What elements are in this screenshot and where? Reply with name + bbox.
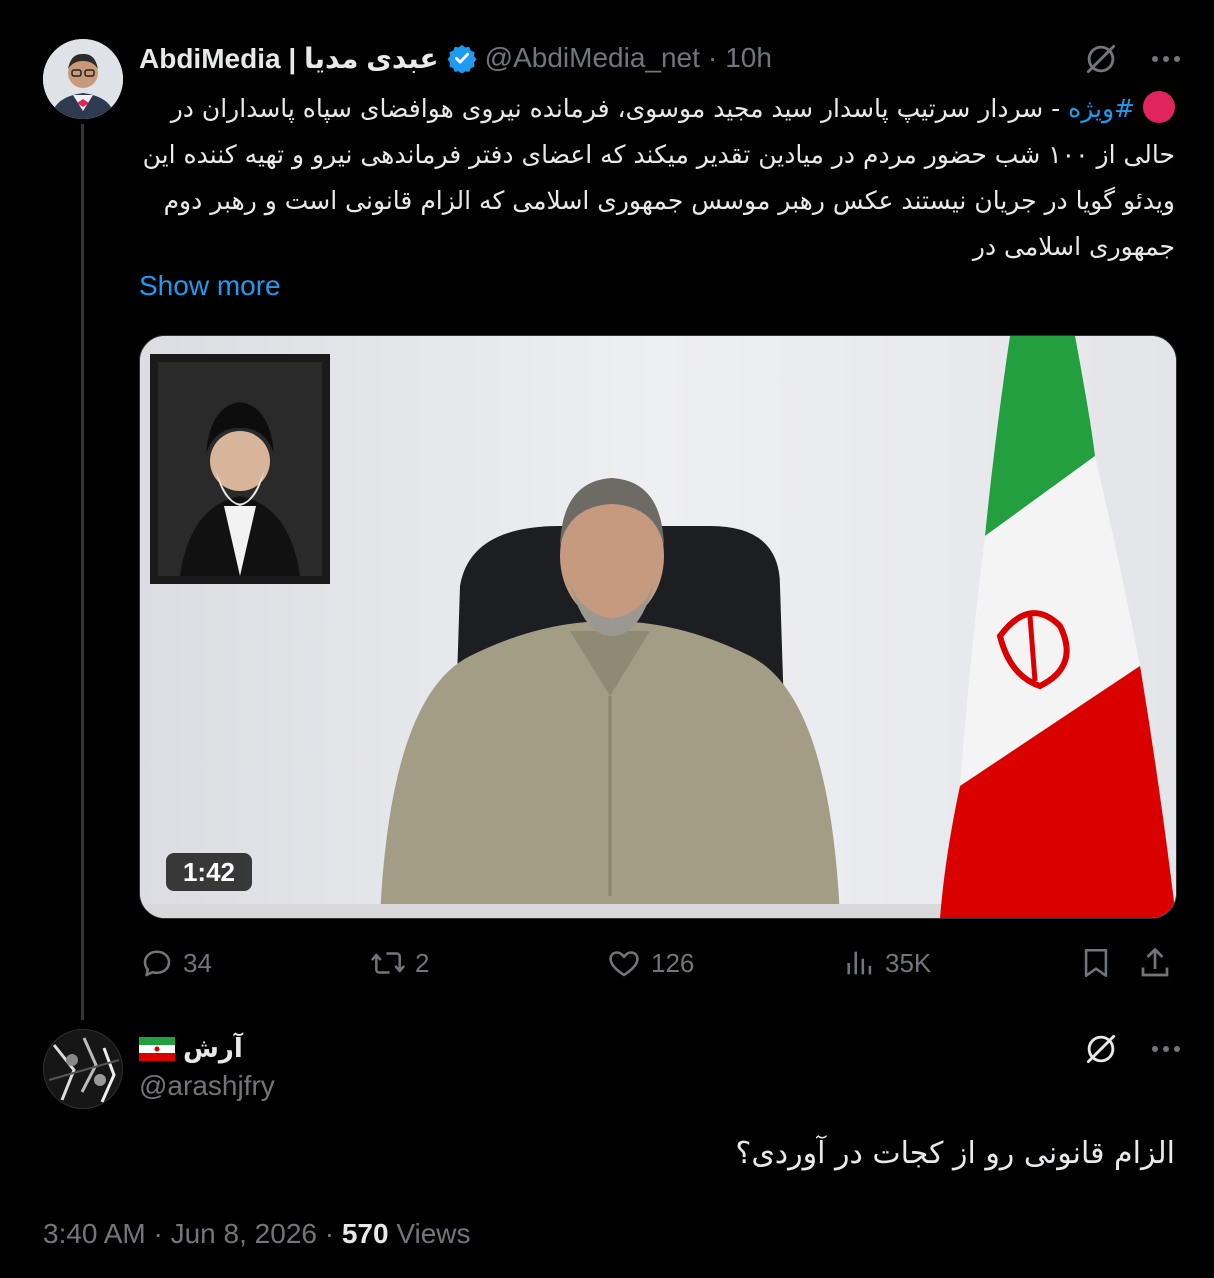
tweet-actions: 34 2 126 35K	[139, 940, 1175, 986]
reply-author-name[interactable]: آرش	[183, 1034, 243, 1064]
views-icon	[843, 945, 885, 981]
like-count: 126	[651, 947, 695, 978]
share-button[interactable]	[1137, 940, 1181, 986]
more-icon[interactable]	[1150, 1044, 1182, 1054]
separator-dot: ·	[707, 42, 718, 73]
video-duration: 1:42	[166, 853, 252, 891]
bookmark-icon	[1079, 945, 1121, 981]
thread-line	[81, 124, 84, 1020]
like-button[interactable]: 126	[605, 940, 694, 986]
tweet-body: - سردار سرتیپ پاسدار سید مجید موسوی، فرم…	[142, 94, 1175, 261]
tweet-header: AbdiMedia | عبدی مدیا @AbdiMedia_net · 1…	[139, 40, 772, 76]
author-avatar[interactable]	[43, 39, 123, 119]
verified-icon	[447, 43, 477, 73]
like-icon	[605, 945, 651, 981]
author-name[interactable]: AbdiMedia | عبدی مدیا	[139, 42, 439, 75]
reply-views-label: Views	[388, 1218, 471, 1249]
reply-author-handle[interactable]: @arashjfry	[139, 1070, 275, 1102]
bookmark-button[interactable]	[1079, 940, 1121, 986]
tweet-text: #ویژه - سردار سرتیپ پاسدار سید مجید موسو…	[139, 86, 1175, 270]
tweet-top-icons	[1082, 40, 1182, 78]
reply-author-avatar[interactable]	[43, 1029, 123, 1109]
reply-count: 34	[183, 947, 212, 978]
reply-footer: 3:40 AM · Jun 8, 2026 · 570 Views	[43, 1218, 471, 1250]
more-icon[interactable]	[1150, 54, 1182, 64]
views-button[interactable]: 35K	[843, 940, 931, 986]
retweet-count: 2	[415, 947, 430, 978]
reply-timestamp[interactable]: 3:40 AM · Jun 8, 2026 ·	[43, 1218, 342, 1249]
red-circle-emoji	[1143, 91, 1175, 123]
share-icon	[1137, 945, 1181, 981]
reply-button[interactable]: 34	[139, 940, 212, 986]
show-more-link[interactable]: Show more	[139, 270, 281, 302]
retweet-button[interactable]: 2	[369, 940, 429, 986]
iran-flag-icon	[139, 1037, 175, 1061]
time-ago[interactable]: 10h	[725, 42, 772, 74]
reply-header: آرش	[139, 1032, 243, 1066]
grok-icon[interactable]	[1082, 40, 1120, 78]
video-thumbnail	[140, 336, 1176, 918]
views-count: 35K	[885, 947, 932, 978]
video-player[interactable]: 1:42	[139, 335, 1177, 919]
reply-view-count: 570	[341, 1218, 389, 1249]
reply-icon	[139, 945, 183, 981]
reply-top-icons	[1082, 1030, 1182, 1068]
reply-text: الزام قانونی رو از کجات در آوردی؟	[735, 1136, 1175, 1171]
author-handle[interactable]: @AbdiMedia_net	[485, 42, 700, 74]
retweet-icon	[369, 945, 415, 981]
hashtag-link[interactable]: #ویژه	[1068, 94, 1135, 123]
grok-icon[interactable]	[1082, 1030, 1120, 1068]
